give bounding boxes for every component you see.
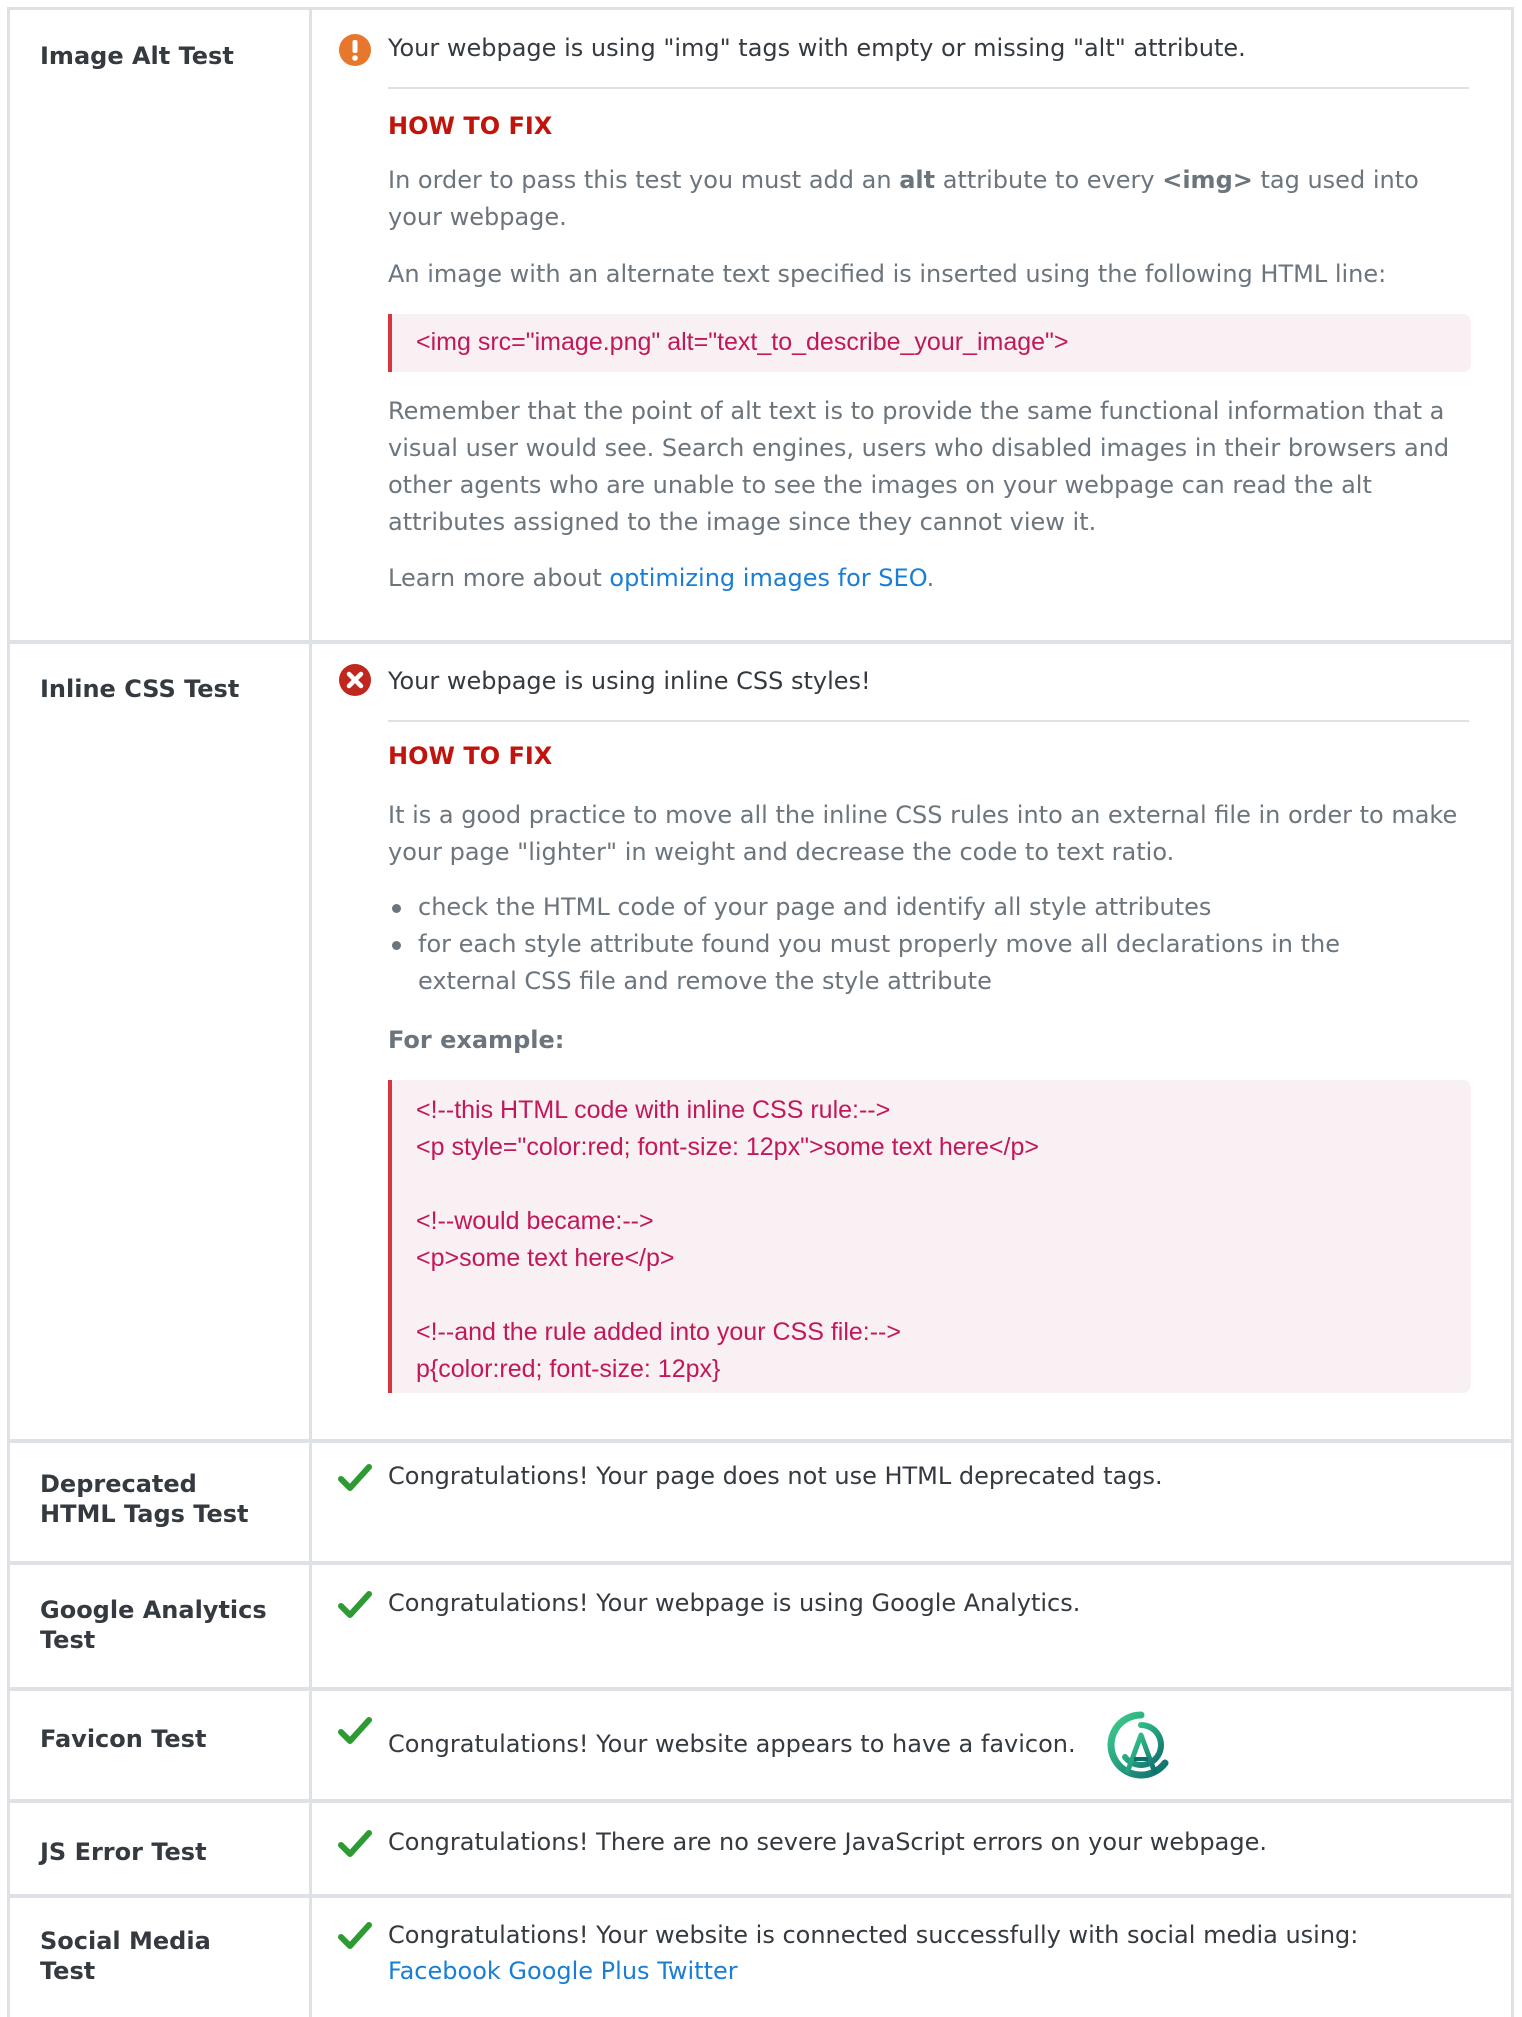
- google-plus-link[interactable]: Google Plus: [508, 1957, 649, 1985]
- status-message: Your webpage is using inline CSS styles!: [388, 667, 871, 695]
- test-label: Favicon Test: [40, 1725, 207, 1753]
- divider: [388, 87, 1469, 89]
- row-label-cell: Google Analytics Test: [7, 1565, 312, 1687]
- status-message: Congratulations! Your website appears to…: [388, 1730, 1076, 1758]
- social-links: Facebook Google Plus Twitter: [388, 1953, 738, 1989]
- test-label: Test: [40, 1957, 96, 1985]
- code-line: <p>some text here</p>: [416, 1244, 675, 1272]
- test-label: Social Media: [40, 1927, 211, 1955]
- test-label: Deprecated: [40, 1470, 197, 1498]
- row-google-analytics-test: Google Analytics Test: [7, 1565, 1514, 1691]
- status-message: Your webpage is using "img" tags with em…: [388, 34, 1246, 62]
- test-label: JS Error Test: [40, 1838, 207, 1866]
- test-label: Test: [40, 1626, 96, 1654]
- how-to-fix-title: HOW TO FIX: [388, 742, 553, 770]
- check-icon: [338, 1830, 372, 1857]
- divider: [388, 720, 1469, 722]
- fix-paragraph: It is a good practice to move all the in…: [388, 801, 1458, 866]
- fix-paragraph: An image with an alternate text specifie…: [388, 260, 1387, 288]
- row-label-cell: Social Media Test: [7, 1898, 312, 2017]
- row-label-cell: Inline CSS Test: [7, 644, 312, 1439]
- fix-paragraph: Learn more about optimizing images for S…: [388, 564, 935, 592]
- test-label: HTML Tags Test: [40, 1500, 249, 1528]
- fix-paragraph: Remember that the point of alt text is t…: [388, 397, 1450, 536]
- list-item: check the HTML code of your page and ide…: [392, 889, 1473, 926]
- check-icon: [338, 1922, 372, 1949]
- status-message: Congratulations! Your website is connect…: [388, 1921, 1359, 1949]
- code-line: p{color:red; font-size: 12px}: [416, 1355, 721, 1383]
- optimizing-images-link[interactable]: optimizing images for SEO: [609, 564, 926, 592]
- code-example: <img src="image.png" alt="text_to_descri…: [388, 314, 1471, 372]
- code-line: <!--would became:-->: [416, 1207, 654, 1235]
- status-message: Congratulations! There are no severe Jav…: [388, 1828, 1267, 1856]
- code-line: <img src="image.png" alt="text_to_descri…: [416, 328, 1069, 356]
- facebook-link[interactable]: Facebook: [388, 1957, 501, 1985]
- alt-keyword: alt: [899, 166, 936, 194]
- check-icon: [338, 1717, 372, 1744]
- code-line: <!--and the rule added into your CSS fil…: [416, 1318, 901, 1346]
- img-keyword: <img>: [1162, 166, 1253, 194]
- status-message: Congratulations! Your webpage is using G…: [388, 1589, 1081, 1617]
- code-example: <!--this HTML code with inline CSS rule:…: [388, 1080, 1471, 1393]
- fix-paragraph: In order to pass this test you must add …: [388, 166, 1419, 231]
- how-to-fix-title: HOW TO FIX: [388, 112, 553, 140]
- status-message: Congratulations! Your page does not use …: [388, 1462, 1163, 1490]
- error-icon: [339, 664, 371, 696]
- code-line: <p style="color:red; font-size: 12px">so…: [416, 1133, 1039, 1161]
- test-label: Image Alt Test: [40, 42, 234, 70]
- example-label: For example:: [388, 1026, 565, 1054]
- test-label: Google Analytics: [40, 1596, 267, 1624]
- test-label: Inline CSS Test: [40, 675, 240, 703]
- row-label-cell: Image Alt Test: [7, 7, 312, 640]
- warning-icon: [339, 34, 371, 66]
- check-icon: [338, 1464, 372, 1491]
- row-label-cell: Favicon Test: [7, 1691, 312, 1799]
- check-icon: [338, 1591, 372, 1618]
- favicon-image: [1107, 1711, 1169, 1779]
- list-item: for each style attribute found you must …: [392, 926, 1418, 1000]
- twitter-link[interactable]: Twitter: [657, 1957, 737, 1985]
- row-social-media-test: Social Media Test: [7, 1898, 1514, 2017]
- code-line: <!--this HTML code with inline CSS rule:…: [416, 1096, 891, 1124]
- row-label-cell: Deprecated HTML Tags Test: [7, 1443, 312, 1561]
- row-label-cell: JS Error Test: [7, 1803, 312, 1894]
